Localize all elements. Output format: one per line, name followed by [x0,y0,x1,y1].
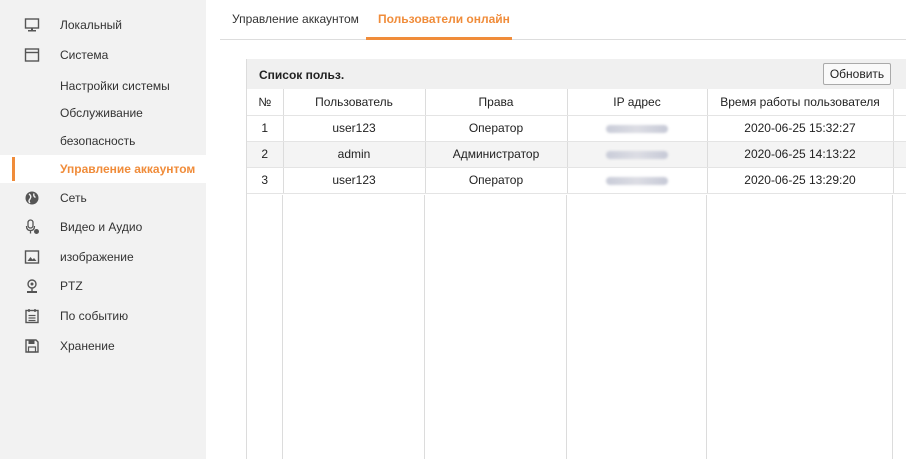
calendar-icon [24,308,40,324]
sidebar-item-system[interactable]: Система [0,41,206,69]
row-spacer [893,141,906,168]
active-tab-underline [366,37,512,40]
sidebar-item-maintenance[interactable]: Обслуживание [0,99,206,127]
tab-account-management[interactable]: Управление аккаунтом [232,12,359,26]
sidebar-item-video-audio[interactable]: Видео и Аудио [0,213,206,241]
column-header-rights[interactable]: Права [425,89,568,116]
sidebar-item-ptz[interactable]: PTZ [0,272,206,300]
panel-title: Список польз. [259,68,345,82]
column-header-number[interactable]: № [247,89,284,116]
row-ip [567,167,708,194]
active-marker [12,157,15,181]
sidebar-item-event[interactable]: По событию [0,302,206,330]
row-uptime: 2020-06-25 14:13:22 [707,141,894,168]
ptz-camera-icon [24,278,40,294]
row-rights: Оператор [425,167,568,194]
row-number: 1 [247,115,284,142]
column-divider [892,195,893,459]
row-spacer [893,167,906,194]
sidebar-item-label: Локальный [60,18,122,32]
sidebar-item-network[interactable]: Сеть [0,184,206,212]
column-header-user[interactable]: Пользователь [283,89,426,116]
sidebar-item-label: По событию [60,309,129,323]
row-rights: Администратор [425,141,568,168]
sidebar-item-label: Сеть [60,191,87,205]
online-users-table: № Пользователь Права IP адрес Время рабо… [247,89,906,194]
sidebar-item-label: Система [60,48,109,62]
sidebar-item-label: Обслуживание [60,106,143,120]
globe-icon [24,190,40,206]
window-icon [24,47,40,63]
row-ip [567,115,708,142]
column-divider [566,195,567,459]
sidebar-item-storage[interactable]: Хранение [0,332,206,360]
sidebar: Локальный Система Настройки системы Обсл… [0,0,206,459]
floppy-disk-icon [24,338,40,354]
tab-online-users[interactable]: Пользователи онлайн [378,12,510,26]
sidebar-item-label: Видео и Аудио [60,220,143,234]
sidebar-item-label: Хранение [60,339,115,353]
column-header-uptime[interactable]: Время работы пользователя [707,89,894,116]
row-rights: Оператор [425,115,568,142]
sidebar-item-label: безопасность [60,134,136,148]
row-number: 2 [247,141,284,168]
sidebar-item-label: изображение [60,250,134,264]
row-spacer [893,115,906,142]
row-uptime: 2020-06-25 13:29:20 [707,167,894,194]
row-ip [567,141,708,168]
column-header-spacer [893,89,906,116]
table-header-row: № Пользователь Права IP адрес Время рабо… [247,89,906,116]
sidebar-item-account-management[interactable]: Управление аккаунтом [0,155,206,183]
microphone-icon [24,219,40,235]
redacted-ip [606,150,668,159]
sidebar-item-image[interactable]: изображение [0,243,206,271]
sidebar-item-security[interactable]: безопасность [0,127,206,155]
sidebar-item-label: PTZ [60,279,83,293]
tab-bar: Управление аккаунтом Пользователи онлайн [220,0,906,40]
table-row[interactable]: 2 admin Администратор 2020-06-25 14:13:2… [247,141,906,168]
sidebar-item-system-settings[interactable]: Настройки системы [0,72,206,100]
sidebar-item-local[interactable]: Локальный [0,11,206,39]
column-divider [706,195,707,459]
empty-table-area [247,195,906,459]
row-user: user123 [283,167,426,194]
online-users-panel: Список польз. Обновить № Пользователь Пр… [246,59,906,459]
refresh-button[interactable]: Обновить [823,63,891,85]
row-number: 3 [247,167,284,194]
table-row[interactable]: 1 user123 Оператор 2020-06-25 15:32:27 [247,115,906,142]
panel-header: Список польз. Обновить [247,59,906,89]
column-header-ip[interactable]: IP адрес [567,89,708,116]
row-user: user123 [283,115,426,142]
column-divider [424,195,425,459]
row-user: admin [283,141,426,168]
table-row[interactable]: 3 user123 Оператор 2020-06-25 13:29:20 [247,167,906,194]
image-icon [24,249,40,265]
row-uptime: 2020-06-25 15:32:27 [707,115,894,142]
monitor-icon [24,17,40,33]
redacted-ip [606,124,668,133]
sidebar-item-label: Настройки системы [60,79,170,93]
sidebar-item-label: Управление аккаунтом [60,162,196,176]
redacted-ip [606,176,668,185]
column-divider [282,195,283,459]
